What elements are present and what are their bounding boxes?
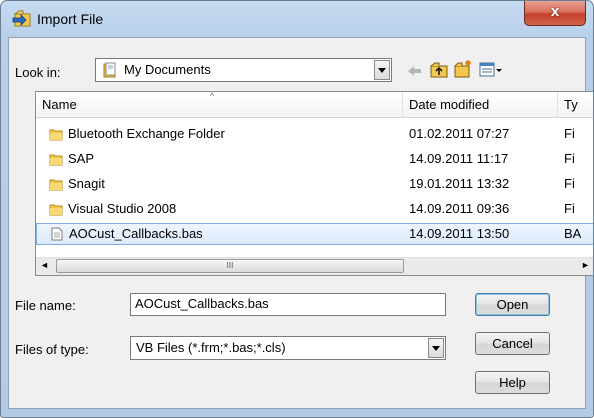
scroll-right-button[interactable]: ► xyxy=(576,258,593,275)
folder-icon xyxy=(49,129,63,141)
look-in-select[interactable]: My Documents xyxy=(95,58,392,82)
folder-icon xyxy=(49,154,63,166)
list-item[interactable]: Snagit 19.01.2011 13:32 Fi xyxy=(36,173,593,195)
help-button[interactable]: Help xyxy=(475,371,550,394)
file-name-input[interactable]: AOCust_Callbacks.bas xyxy=(130,293,446,316)
import-file-icon xyxy=(12,10,31,27)
close-icon: x xyxy=(550,3,560,20)
list-item-selected[interactable]: AOCust_Callbacks.bas 14.09.2011 13:50 BA xyxy=(36,223,593,245)
scrollbar-thumb[interactable]: III xyxy=(56,259,404,273)
window-title: Import File xyxy=(37,11,104,27)
view-menu-icon[interactable] xyxy=(479,60,503,80)
file-icon xyxy=(51,227,63,241)
back-arrow-icon[interactable] xyxy=(404,61,424,81)
horizontal-scrollbar[interactable]: ◄ III ► xyxy=(36,257,593,275)
column-date-modified[interactable]: Date modified xyxy=(403,92,558,117)
list-item[interactable]: Visual Studio 2008 14.09.2011 09:36 Fi xyxy=(36,198,593,220)
file-name-label: File name: xyxy=(15,298,76,313)
up-folder-icon[interactable] xyxy=(429,60,449,80)
chevron-left-icon: ◄ xyxy=(40,260,49,270)
grip-icon: III xyxy=(226,261,234,270)
scroll-left-button[interactable]: ◄ xyxy=(36,258,53,275)
files-of-type-select[interactable]: VB Files (*.frm;*.bas;*.cls) xyxy=(130,336,446,360)
close-button[interactable]: x xyxy=(524,1,586,26)
list-item[interactable]: Bluetooth Exchange Folder 01.02.2011 07:… xyxy=(36,123,593,145)
title-bar[interactable]: Import File x xyxy=(1,1,593,37)
chevron-down-icon[interactable] xyxy=(428,338,444,358)
new-folder-icon[interactable] xyxy=(453,59,473,79)
import-file-dialog: Import File x Look in: My Documents Name… xyxy=(0,0,594,418)
column-type[interactable]: Ty xyxy=(558,92,593,117)
my-documents-icon xyxy=(103,62,116,78)
dialog-body: Look in: My Documents Name ^ Date modifi… xyxy=(8,37,593,409)
cancel-button[interactable]: Cancel xyxy=(475,332,550,355)
chevron-right-icon: ► xyxy=(581,260,590,270)
sort-ascending-icon: ^ xyxy=(210,91,215,101)
look-in-value: My Documents xyxy=(124,62,211,77)
list-item[interactable]: SAP 14.09.2011 11:17 Fi xyxy=(36,148,593,170)
folder-icon xyxy=(49,204,63,216)
file-list[interactable]: Name ^ Date modified Ty Bluetooth Exchan… xyxy=(35,91,593,276)
column-name[interactable]: Name ^ xyxy=(36,92,403,117)
folder-icon xyxy=(49,179,63,191)
chevron-down-icon[interactable] xyxy=(374,60,390,80)
column-header: Name ^ Date modified Ty xyxy=(36,92,593,118)
files-of-type-label: Files of type: xyxy=(15,342,89,357)
files-of-type-value: VB Files (*.frm;*.bas;*.cls) xyxy=(136,340,286,355)
look-in-label: Look in: xyxy=(15,65,61,80)
open-button[interactable]: Open xyxy=(475,293,550,316)
